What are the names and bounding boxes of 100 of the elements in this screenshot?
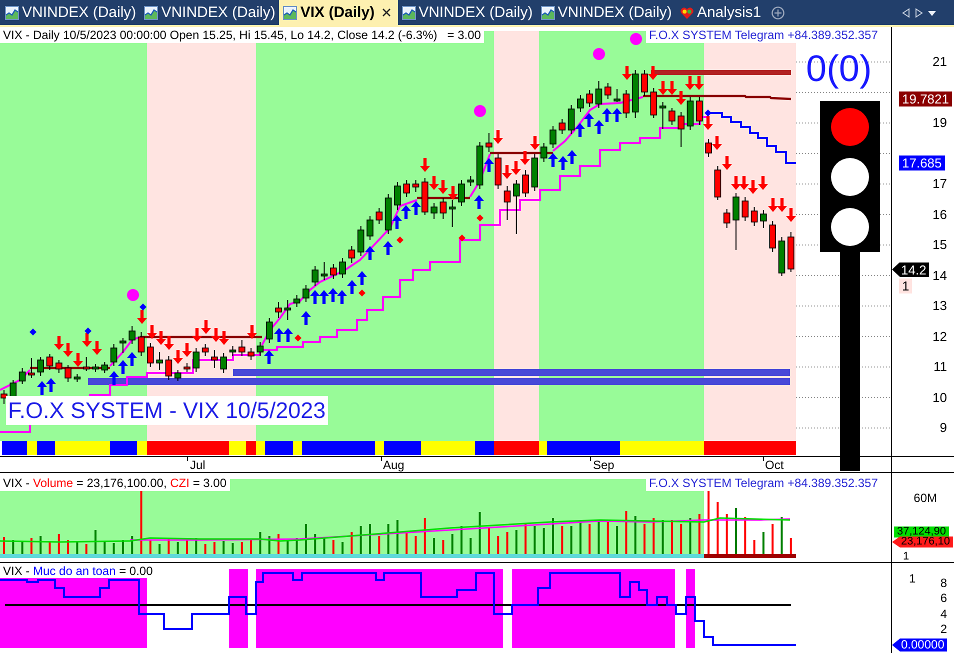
up-arrow-icon [310,290,320,304]
diamond-icon [396,236,404,244]
down-arrow-icon [164,336,174,350]
down-arrow-icon [420,158,430,172]
down-arrow-icon [712,136,722,150]
month-label: Sep [593,458,614,472]
up-arrow-icon [357,271,367,285]
axis-label: 12 [932,328,947,344]
axis-label: 4 [940,607,947,621]
down-arrow-icon [667,81,677,95]
down-arrow-icon [247,325,257,339]
heart-icon [680,6,694,20]
up-arrow-icon [401,205,411,219]
add-icon[interactable] [771,6,786,20]
up-arrow-icon [328,288,338,302]
diamond-icon [458,234,466,242]
moving-average-line [0,369,31,391]
up-arrow-icon [118,360,128,374]
chart-icon [402,6,416,20]
down-arrow-icon [731,176,741,190]
tab[interactable]: VNINDEX (Daily) [536,0,676,25]
up-arrow-icon [37,381,47,395]
right-arrow-icon[interactable] [915,8,923,18]
tab[interactable]: VNINDEX (Daily) [398,0,537,25]
down-arrow-icon [722,156,732,170]
tab[interactable]: VNINDEX (Daily) [140,0,280,25]
up-arrow-icon [283,328,293,342]
down-arrow-icon [201,320,211,334]
down-arrow-icon [73,353,83,367]
axis-label: 19 [932,115,947,131]
down-arrow-icon [192,328,202,342]
month-label: Aug [383,458,404,472]
chart-icon [283,6,298,20]
up-arrow-icon [584,113,594,127]
up-arrow-icon [474,195,484,209]
axis-label: 14 [932,268,947,284]
up-arrow-icon [301,311,311,325]
axis-label: 60M [914,491,937,505]
diamond-icon [476,214,484,222]
chart-icon [144,6,158,20]
left-arrow-icon[interactable] [902,8,910,18]
value-tag: 1 [906,572,919,586]
down-arrow-icon [777,198,787,212]
down-arrow-icon [786,208,796,222]
down-arrow-icon [156,331,166,345]
down-arrow-icon [219,331,229,345]
month-label: Oct [765,458,784,472]
axis-label: 2 [940,622,947,636]
month-label: Jul [190,458,206,472]
dot-icon [474,105,486,117]
down-arrow-icon [211,328,221,342]
up-arrow-icon [548,153,558,167]
down-arrow-icon [182,343,192,357]
value-tag: 1 [899,278,912,294]
up-arrow-icon [575,123,585,137]
value-tag: 17.685 [899,156,945,170]
up-arrow-icon [46,378,56,392]
axis-label: 8 [940,576,947,590]
down-arrow-icon [173,350,183,364]
tab[interactable]: Analysis1 [676,0,766,25]
dot-icon [630,33,642,45]
resistance-line [490,152,553,154]
down-arrow-icon [768,198,778,212]
close-icon[interactable] [382,8,391,17]
down-arrow-icon [676,91,686,105]
down-arrow-icon [520,151,530,165]
diamond-icon [30,328,36,336]
value-tag: 19.7821 [899,92,952,106]
tab[interactable]: VNINDEX (Daily) [1,0,140,25]
down-arrow-icon [511,161,521,175]
axis-label: 11 [934,359,947,375]
value-tag: 23,176,10 [892,536,953,548]
down-arrow-icon [438,180,448,194]
down-arrow-icon [92,341,102,355]
value-tag: 0.00000 [892,638,948,652]
down-arrow-icon [448,186,458,200]
chart-icon [540,6,555,20]
up-arrow-icon [484,158,494,172]
tab[interactable]: VIX (Daily) [279,0,398,25]
diamond-icon [294,334,302,342]
down-arrow-icon [147,325,157,339]
up-arrow-icon [602,108,612,122]
up-arrow-icon [365,246,375,260]
up-arrow-icon [274,328,284,342]
up-arrow-icon [264,350,274,364]
diamond-icon [358,290,366,296]
up-arrow-icon [567,150,577,164]
up-arrow-icon [337,290,347,304]
resistance-line [417,196,470,200]
down-arrow-icon [429,176,439,190]
value-tag: 14.2 [892,262,930,277]
down-arrow-icon [137,310,147,324]
down-arrow-icon [739,176,749,190]
up-arrow-icon [411,201,421,215]
down-arrow-icon [493,130,503,144]
axis-label: 6 [940,591,947,605]
chart-header: VIX - Daily 10/5/2023 00:00:00 Open 15.25, Hi 15.45, Lo 14.2, Close 14.2 (-6.3%) = 3.00 [0,28,484,43]
up-arrow-icon [319,290,329,304]
signal-counter: 0(0) [806,48,872,90]
axis-label: 16 [932,206,947,222]
